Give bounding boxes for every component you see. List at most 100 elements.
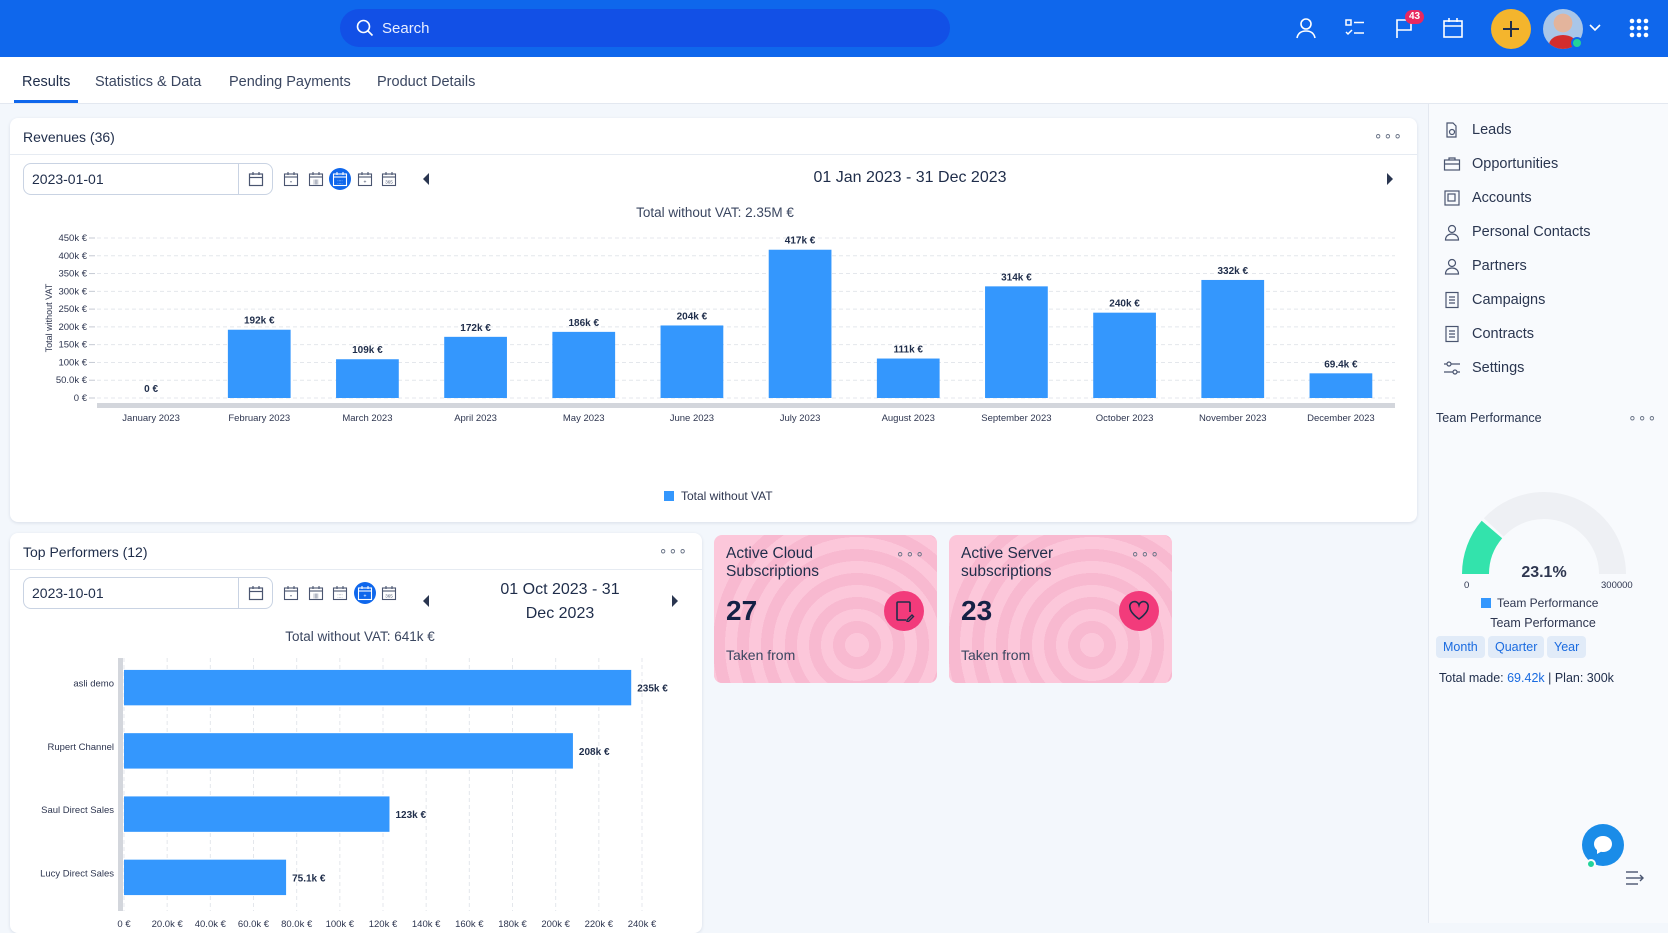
collapse-menu-icon — [1626, 871, 1644, 885]
document-icon — [1445, 291, 1459, 309]
svg-text:•: • — [290, 594, 292, 600]
x-tick-label: 180k € — [498, 919, 527, 930]
sidebar-item-accounts[interactable]: Accounts — [1443, 186, 1532, 210]
bar-value-label: 0 € — [144, 384, 158, 395]
next-period-button[interactable] — [672, 595, 678, 607]
sidebar-item-label: Campaigns — [1472, 292, 1546, 308]
bar-value-label: 69.4k € — [1324, 359, 1358, 370]
tab-results[interactable]: Results — [22, 74, 70, 90]
bar — [124, 796, 390, 832]
calendar-quarter-icon: + — [357, 586, 372, 601]
sidebar-item-leads[interactable]: Leads — [1443, 118, 1512, 142]
team-performance-title: Team Performance — [1436, 411, 1542, 425]
sliders-icon — [1444, 361, 1460, 375]
period-quarter-button[interactable]: + — [354, 168, 376, 190]
period-month-button[interactable]: :::: — [329, 168, 351, 190]
sidebar-item-contracts[interactable]: Contracts — [1443, 322, 1534, 346]
next-period-button[interactable] — [1387, 173, 1393, 185]
y-tick-label: 150k € — [58, 340, 87, 351]
period-quarter-button[interactable]: + — [353, 582, 376, 604]
revenues-date-range: 01 Jan 2023 - 31 Dec 2023 — [813, 169, 1007, 186]
calendar-year-icon: 365 — [381, 172, 397, 187]
bar — [985, 286, 1048, 398]
tab-pending-payments[interactable]: Pending Payments — [229, 74, 351, 90]
sidebar-item-label: Accounts — [1472, 190, 1532, 206]
revenues-title: Revenues (36) — [23, 129, 115, 145]
kpi-card-server-subscriptions[interactable]: Active Server subscriptions ∘∘∘ 23 Taken… — [949, 535, 1172, 683]
kpi-more-menu[interactable]: ∘∘∘ — [1131, 545, 1160, 562]
bar-value-label: 240k € — [1109, 299, 1140, 310]
calendar-day-icon: • — [283, 172, 299, 187]
x-tick-label: October 2023 — [1096, 413, 1154, 424]
period-chip-month[interactable]: Month — [1436, 636, 1485, 658]
calendar-month-icon: :::: — [332, 172, 348, 187]
kpi-icon-button[interactable] — [884, 591, 924, 631]
bar — [124, 669, 632, 706]
gauge-track — [1483, 492, 1626, 574]
period-month-button[interactable]: :::: — [329, 582, 351, 604]
y-tick-label: 400k € — [58, 251, 87, 262]
notifications-button[interactable]: 43 — [1391, 10, 1425, 41]
bar — [124, 859, 287, 896]
x-tick-label: November 2023 — [1199, 413, 1267, 424]
period-day-button[interactable]: • — [280, 582, 302, 604]
revenues-more-menu[interactable]: ∘∘∘ — [1374, 127, 1403, 144]
collapse-sidebar-button[interactable] — [1625, 870, 1645, 891]
period-week-button[interactable]: |||| — [305, 168, 327, 190]
period-day-button[interactable]: • — [280, 168, 302, 190]
previous-period-button[interactable] — [423, 173, 429, 185]
bar-value-label: 314k € — [1001, 272, 1032, 283]
right-sidebar: Leads Opportunities Accounts Personal Conta… — [1428, 104, 1668, 923]
sidebar-item-personal-contacts[interactable]: Personal Contacts — [1443, 220, 1590, 244]
sidebar-item-settings[interactable]: Settings — [1443, 356, 1524, 380]
revenues-card: Revenues (36) ∘∘∘ 2023-01-01 • ||||:::: +3… — [10, 118, 1417, 522]
previous-period-button[interactable] — [423, 595, 429, 607]
svg-text:365: 365 — [385, 180, 393, 185]
apps-menu-button[interactable] — [1626, 15, 1652, 41]
bar-value-label: 332k € — [1217, 266, 1248, 277]
period-chip-quarter[interactable]: Quarter — [1488, 636, 1545, 658]
kpi-icon-button[interactable] — [1119, 591, 1159, 631]
date-picker-button[interactable] — [238, 578, 272, 608]
top-performers-more-menu[interactable]: ∘∘∘ — [659, 542, 688, 559]
calendar-week-icon: |||| — [308, 172, 323, 187]
period-year-button[interactable]: 365 — [378, 168, 400, 190]
kpi-card-cloud-subscriptions[interactable]: Active Cloud Subscriptions ∘∘∘ 27 Taken … — [714, 535, 937, 683]
contacts-button[interactable] — [1293, 15, 1319, 41]
revenues-bar-chart: 0 € 50.0k € 100k € 150k € 200k € 250k € 300k €… — [44, 233, 1395, 503]
svg-text:+: + — [363, 594, 366, 600]
period-year-button[interactable]: 365 — [378, 582, 400, 604]
sidebar-item-opportunities[interactable]: Opportunities — [1443, 152, 1558, 176]
sidebar-item-campaigns[interactable]: Campaigns — [1443, 288, 1545, 312]
bar — [336, 359, 399, 398]
period-chip-year[interactable]: Year — [1547, 636, 1587, 658]
period-week-button[interactable]: |||| — [305, 582, 327, 604]
create-button[interactable] — [1491, 9, 1531, 49]
bar — [227, 329, 291, 398]
tasks-button[interactable] — [1342, 15, 1368, 41]
bar — [552, 331, 616, 398]
calendar-button[interactable] — [1440, 15, 1466, 41]
tab-product-details[interactable]: Product Details — [377, 74, 475, 90]
bar-value-label: 204k € — [677, 311, 708, 322]
gauge-legend[interactable]: Team Performance — [1481, 596, 1598, 610]
sidebar-item-label: Settings — [1472, 360, 1525, 376]
kpi-footer: Taken from — [726, 647, 796, 663]
x-tick-label: 40.0k € — [195, 919, 227, 930]
tab-statistics-data[interactable]: Statistics & Data — [95, 74, 201, 90]
sidebar-item-partners[interactable]: Partners — [1443, 254, 1527, 278]
date-picker-button[interactable] — [238, 164, 272, 194]
kpi-title: Active Server subscriptions — [961, 545, 1054, 580]
team-performance-more-menu[interactable]: ∘∘∘ — [1628, 409, 1657, 426]
bar-value-label: 208k € — [579, 747, 610, 758]
y-tick-label: 450k € — [58, 233, 87, 244]
kpi-more-menu[interactable]: ∘∘∘ — [896, 545, 925, 562]
top-performers-date-input[interactable]: 2023-10-01 — [23, 577, 273, 609]
y-tick-label: asli demo — [73, 679, 114, 690]
account-menu-toggle[interactable] — [1587, 15, 1603, 41]
revenues-date-input[interactable]: 2023-01-01 — [23, 163, 273, 195]
search-input[interactable]: Search — [340, 9, 950, 47]
x-tick-label: 160k € — [455, 919, 484, 930]
calendar-month-icon: :::: — [332, 586, 348, 601]
range-line-1: 01 Oct 2023 - 31 — [500, 581, 620, 598]
